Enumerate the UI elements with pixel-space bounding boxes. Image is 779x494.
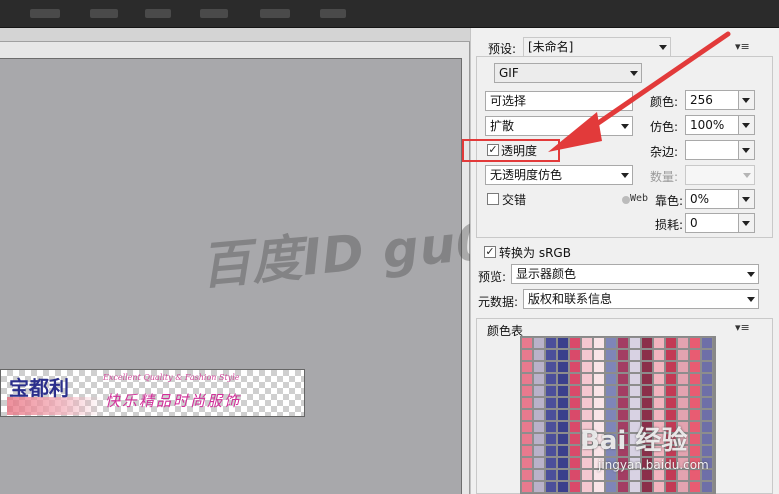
baidu-url: jingyan.baidu.com <box>598 458 709 472</box>
baidu-logo: Bai 经验 <box>580 426 688 456</box>
